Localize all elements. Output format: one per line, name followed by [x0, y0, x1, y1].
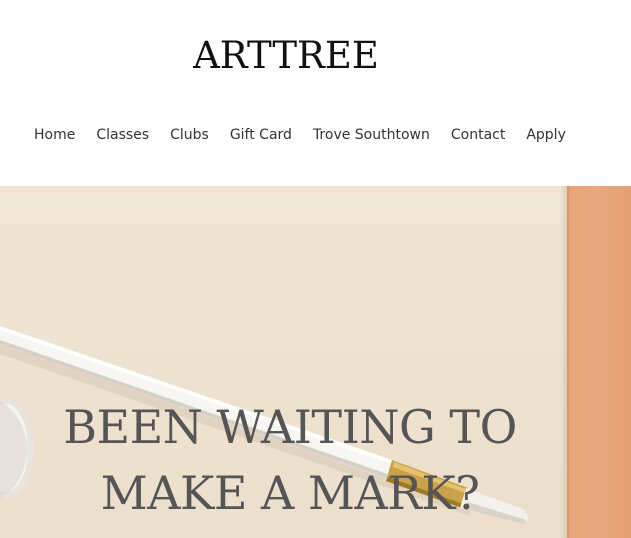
nav-clubs[interactable]: Clubs: [170, 124, 209, 146]
paint-roll-image: [0, 398, 34, 498]
nav-apply[interactable]: Apply: [526, 124, 566, 146]
site-header: ARTTREE Home Classes Clubs Gift Card Tro…: [0, 0, 631, 186]
nav-classes[interactable]: Classes: [96, 124, 149, 146]
site-logo[interactable]: ARTTREE: [0, 32, 572, 80]
hero-title-line-1: BEEN WAITING TO: [63, 400, 517, 454]
hero-banner: BEEN WAITING TO MAKE A MARK?: [0, 186, 631, 538]
nav-gift-card[interactable]: Gift Card: [230, 124, 292, 146]
hero-title: BEEN WAITING TO MAKE A MARK?: [40, 394, 540, 526]
nav-contact[interactable]: Contact: [451, 124, 505, 146]
hero-title-line-2: MAKE A MARK?: [100, 466, 480, 520]
nav-trove-southtown[interactable]: Trove Southtown: [313, 124, 430, 146]
nav-home[interactable]: Home: [34, 124, 75, 146]
main-nav: Home Classes Clubs Gift Card Trove South…: [34, 124, 566, 146]
